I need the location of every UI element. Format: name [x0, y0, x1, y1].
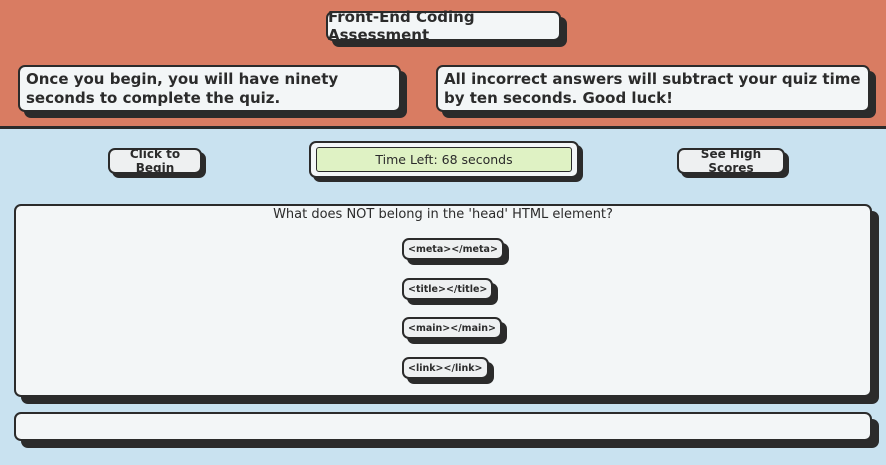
feedback-panel: [14, 412, 872, 441]
header-banner: Front-End Coding Assessment Once you beg…: [0, 0, 886, 129]
answer-button-1[interactable]: <meta></meta>: [402, 238, 504, 260]
instructions-penalty: All incorrect answers will subtract your…: [436, 65, 870, 112]
answer-button-2[interactable]: <title></title>: [402, 278, 494, 300]
timer-display: Time Left: 68 seconds: [309, 141, 579, 178]
answer-button-4[interactable]: <link></link>: [402, 357, 489, 379]
page-title: Front-End Coding Assessment: [326, 8, 561, 44]
question-text: What does NOT belong in the 'head' HTML …: [273, 207, 613, 222]
timer-text: Time Left: 68 seconds: [316, 147, 572, 172]
instructions-time: Once you begin, you will have ninety sec…: [18, 65, 401, 112]
high-scores-button[interactable]: See High Scores: [677, 147, 785, 175]
answer-button-3[interactable]: <main></main>: [402, 317, 502, 339]
begin-button[interactable]: Click to Begin: [108, 147, 202, 175]
